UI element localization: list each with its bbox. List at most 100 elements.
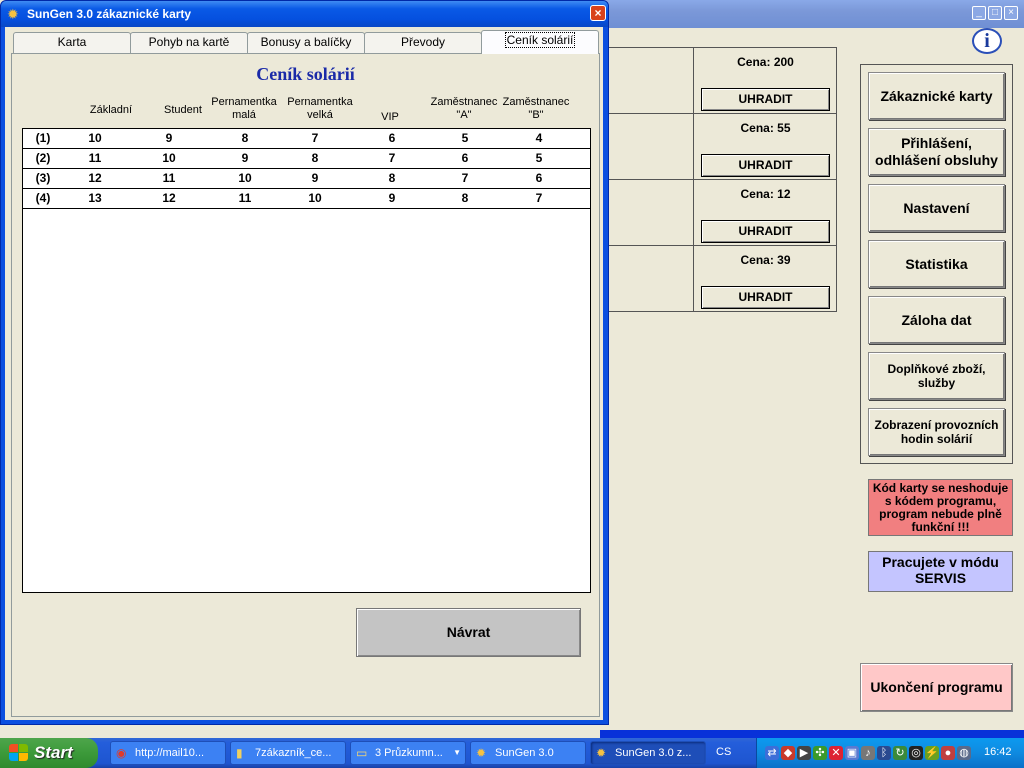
customer-cards-dialog: ✹ SunGen 3.0 zákaznické karty × Karta Po… <box>0 0 609 725</box>
table-row[interactable]: (1) 10 9 8 7 6 5 4 <box>23 129 590 149</box>
network-icon[interactable]: ⇄ <box>765 746 779 760</box>
bluetooth-icon[interactable]: ᛒ <box>877 746 891 760</box>
pay-button[interactable]: UHRADIT <box>701 286 830 309</box>
dialog-client: Karta Pohyb na kartě Bonusy a balíčky Př… <box>5 27 603 720</box>
close-button[interactable]: × <box>1004 6 1018 20</box>
tab-label: Ceník solárií <box>504 32 576 48</box>
column-header: Zaměstnanec "A" <box>430 96 498 121</box>
taskbar-button-sungen[interactable]: ✹ SunGen 3.0 <box>470 741 586 765</box>
taskbar-button-label: 3 Průzkumn... <box>375 747 443 759</box>
maximize-button[interactable]: □ <box>988 6 1002 20</box>
price-cell: 9 <box>241 151 249 165</box>
taskbar-button-label: 7zákazník_ce... <box>255 747 332 759</box>
payment-row-info <box>609 246 694 311</box>
price-cell: 8 <box>461 191 469 205</box>
tab-prevody[interactable]: Převody <box>364 32 482 53</box>
price-cell: 11 <box>88 151 102 165</box>
taskbar: Start ◉ http://mail10... ▮ 7zákazník_ce.… <box>0 738 1024 768</box>
main-window-titlebar: _ □ × <box>600 0 1024 28</box>
tab-bonusy-a-balicky[interactable]: Bonusy a balíčky <box>247 32 365 53</box>
row-label: (1) <box>35 131 51 145</box>
tab-panel-body: Ceník solárií Základní Student Pernament… <box>12 54 599 716</box>
price-cell: 11 <box>238 191 252 205</box>
price-cell: 7 <box>461 171 469 185</box>
start-button[interactable]: Start <box>0 738 98 768</box>
row-label: (2) <box>35 151 51 165</box>
payment-row-info <box>609 48 694 113</box>
taskbar-button-explorer[interactable]: ▭ 3 Průzkumn... ▼ <box>350 741 466 765</box>
payment-row: Cena: 200 UHRADIT <box>609 48 836 114</box>
settings-button[interactable]: Nastavení <box>868 184 1005 232</box>
speaker-icon[interactable]: ♪ <box>861 746 875 760</box>
taskbar-button-document[interactable]: ▮ 7zákazník_ce... <box>230 741 346 765</box>
tab-label: Bonusy a balíčky <box>260 35 352 49</box>
media-icon[interactable]: ▶ <box>797 746 811 760</box>
service-mode-badge: Pracujete v módu SERVIS <box>868 551 1013 592</box>
table-row[interactable]: (4) 13 12 11 10 9 8 7 <box>23 189 590 209</box>
price-cell: 9 <box>388 191 396 205</box>
price-cell: 5 <box>461 131 469 145</box>
payment-row-info <box>609 114 694 179</box>
payments-table: Cena: 200 UHRADIT Cena: 55 UHRADIT Cena:… <box>608 47 837 312</box>
pay-button[interactable]: UHRADIT <box>701 154 830 177</box>
payment-row: Cena: 12 UHRADIT <box>609 180 836 246</box>
table-row[interactable]: (3) 12 11 10 9 8 7 6 <box>23 169 590 189</box>
chevron-down-icon: ▼ <box>453 748 461 757</box>
price-cell: 8 <box>241 131 249 145</box>
start-label: Start <box>34 743 73 762</box>
payment-row: Cena: 55 UHRADIT <box>609 114 836 180</box>
windows-logo-icon <box>9 744 29 762</box>
language-indicator[interactable]: CS <box>716 746 731 758</box>
tab-pohyb-na-karte[interactable]: Pohyb na kartě <box>130 32 248 53</box>
taskbar-button-label: http://mail10... <box>135 747 205 759</box>
globe-icon[interactable]: ◍ <box>957 746 971 760</box>
target-icon[interactable]: ◎ <box>909 746 923 760</box>
security-icon[interactable]: ◆ <box>781 746 795 760</box>
price-cell: 7 <box>311 131 319 145</box>
dialog-close-button[interactable]: × <box>590 5 606 21</box>
backup-button[interactable]: Záloha dat <box>868 296 1005 344</box>
customer-cards-button[interactable]: Zákaznické karty <box>868 72 1005 120</box>
info-icon[interactable]: i <box>972 28 1002 54</box>
sungen-icon: ✹ <box>596 746 607 760</box>
login-logout-button[interactable]: Přihlášení, odhlášení obsluhy <box>868 128 1005 176</box>
column-header: VIP <box>381 111 399 123</box>
clover-icon[interactable]: ✣ <box>813 746 827 760</box>
license-warning: Kód karty se neshoduje s kódem programu,… <box>868 479 1013 536</box>
price-cell: 8 <box>311 151 319 165</box>
alert-icon[interactable]: ✕ <box>829 746 843 760</box>
payment-row: Cena: 39 UHRADIT <box>609 246 836 312</box>
extra-goods-button[interactable]: Doplňkové zboží, služby <box>868 352 1005 400</box>
price-cell: 10 <box>88 131 102 145</box>
sungen-icon: ✹ <box>7 6 19 22</box>
back-button[interactable]: Návrat <box>356 608 581 657</box>
monitor-icon[interactable]: ▣ <box>845 746 859 760</box>
taskbar-button-sungen-cards[interactable]: ✹ SunGen 3.0 z... <box>590 741 706 765</box>
tab-cenik-solarii[interactable]: Ceník solárií <box>481 30 599 54</box>
price-grid: (1) 10 9 8 7 6 5 4 (2) 11 10 9 8 7 6 5 (… <box>22 128 591 593</box>
tab-karta[interactable]: Karta <box>13 32 131 53</box>
price-cell: 10 <box>308 191 322 205</box>
update-icon[interactable]: ↻ <box>893 746 907 760</box>
minimize-button[interactable]: _ <box>972 6 986 20</box>
pay-button[interactable]: UHRADIT <box>701 220 830 243</box>
antivirus-icon[interactable]: ● <box>941 746 955 760</box>
column-header: Zaměstnanec "B" <box>502 96 570 121</box>
clock[interactable]: 16:42 <box>984 746 1012 758</box>
column-header: Základní <box>89 104 133 116</box>
taskbar-button-label: SunGen 3.0 <box>495 747 554 759</box>
payment-price: Cena: 12 <box>740 187 791 201</box>
dialog-titlebar[interactable]: ✹ SunGen 3.0 zákaznické karty × <box>1 1 608 27</box>
table-row[interactable]: (2) 11 10 9 8 7 6 5 <box>23 149 590 169</box>
main-menu: Zákaznické karty Přihlášení, odhlášení o… <box>860 64 1013 464</box>
statistics-button[interactable]: Statistika <box>868 240 1005 288</box>
price-cell: 12 <box>162 191 176 205</box>
taskbar-button-browser[interactable]: ◉ http://mail10... <box>110 741 226 765</box>
price-cell: 12 <box>88 171 102 185</box>
power-icon[interactable]: ⚡ <box>925 746 939 760</box>
pay-button[interactable]: UHRADIT <box>701 88 830 111</box>
opening-hours-button[interactable]: Zobrazení provozních hodin solárií <box>868 408 1005 456</box>
quit-button[interactable]: Ukončení programu <box>860 663 1013 712</box>
price-cell: 9 <box>165 131 173 145</box>
price-cell: 4 <box>535 131 543 145</box>
